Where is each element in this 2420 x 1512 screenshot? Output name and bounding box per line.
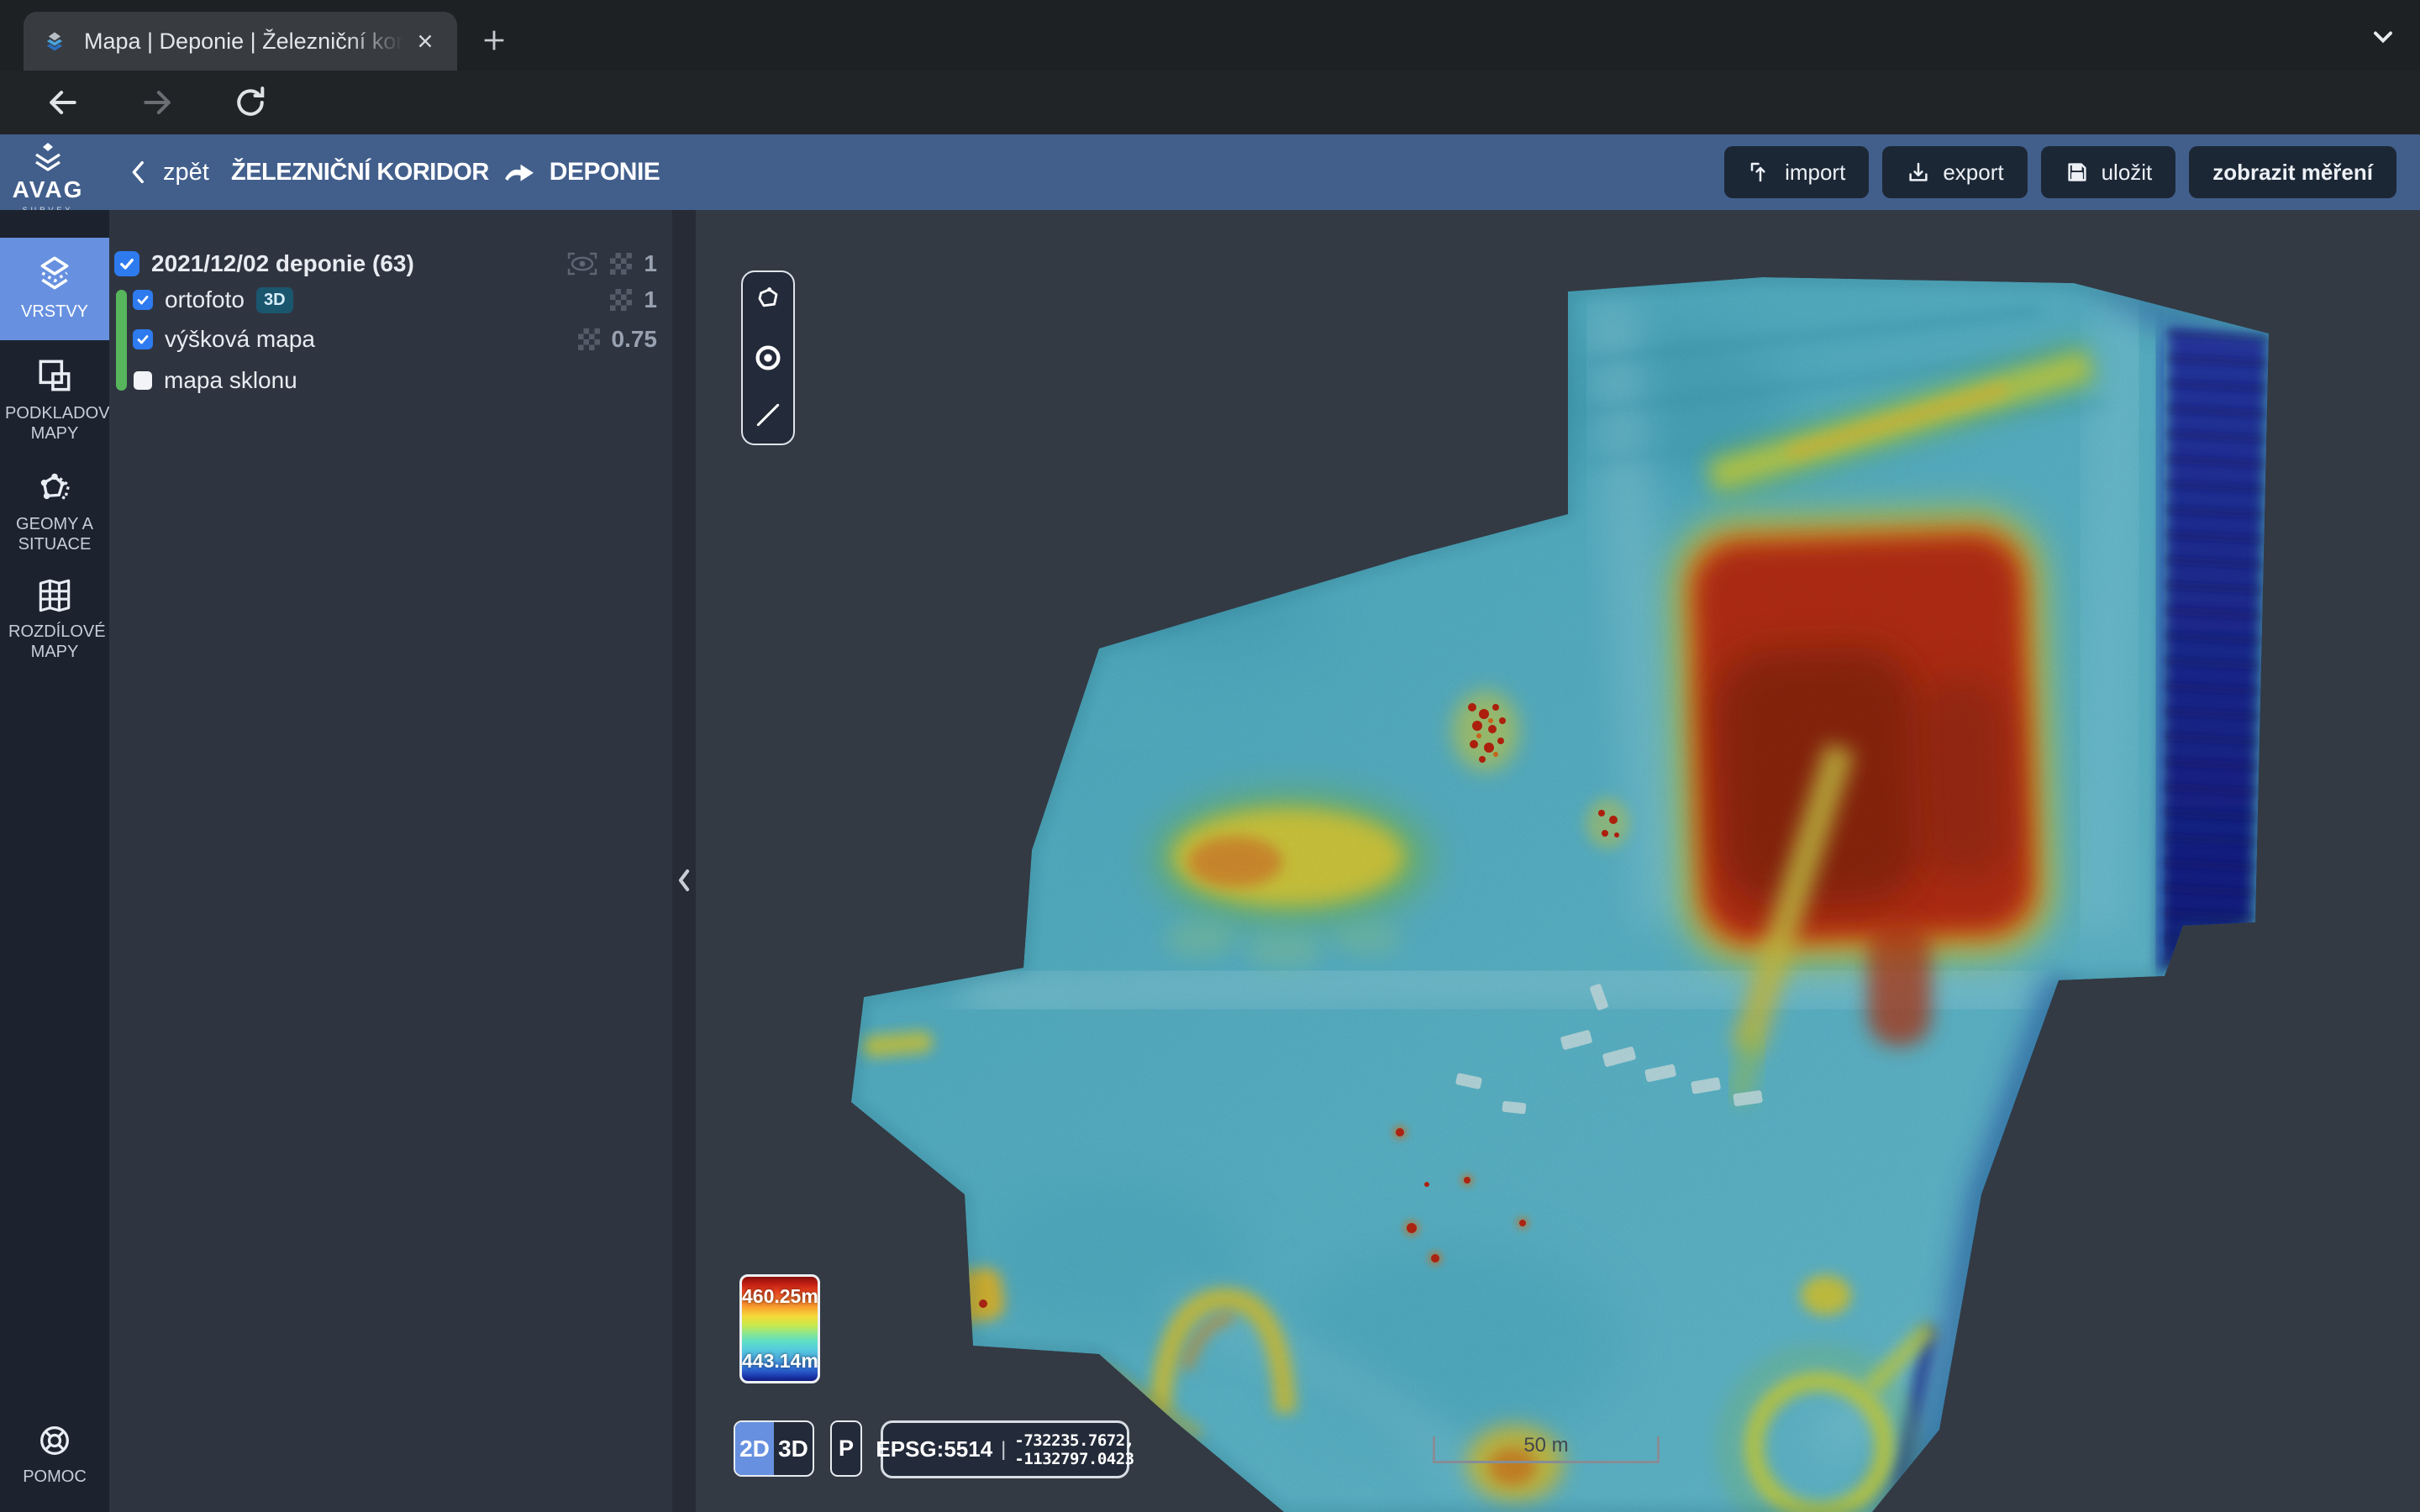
line-tool[interactable]: [750, 396, 786, 433]
tab-search-chevron-icon[interactable]: [2368, 27, 2398, 47]
show-measurements-button[interactable]: zobrazit měření: [2189, 146, 2396, 198]
polygon-tool[interactable]: [750, 282, 786, 319]
sidebar-item-label: POMOC: [0, 1467, 109, 1487]
layers-panel: 2021/12/02 deponie (63) 1 ortofoto 3D: [109, 210, 672, 1512]
diff-maps-icon: [34, 576, 76, 615]
opacity-value[interactable]: 0.75: [612, 326, 658, 353]
import-button[interactable]: import: [1724, 146, 1869, 198]
breadcrumb-parent[interactable]: ŽELEZNIČNÍ KORIDOR: [231, 159, 489, 186]
layer-row-vyskova-mapa: výšková mapa 0.75: [109, 324, 672, 354]
sidebar-item-geomy-a-situace[interactable]: GEOMY A SITUACE: [0, 459, 109, 568]
legend-min-value: 443.14m: [742, 1350, 818, 1373]
back-icon[interactable]: [44, 84, 81, 121]
browser-toolbar: https://app.avag.cz/objects/detail/25/ma…: [0, 71, 2420, 134]
sidebar-nav: VRSTVY PODKLADOVÉ MAPY GEOMY A SITUACE: [0, 210, 109, 1512]
visibility-focus-icon[interactable]: [566, 250, 598, 277]
import-icon: [1748, 160, 1773, 185]
map-scalebar: 50 m: [1433, 1436, 1660, 1463]
sidebar-item-label: PODKLADOVÉ MAPY: [0, 403, 109, 444]
tab-close-icon[interactable]: [410, 26, 440, 56]
layer-row-mapa-sklonu: mapa sklonu: [109, 365, 672, 396]
sidebar-item-rozdilove-mapy[interactable]: ROZDÍLOVÉ MAPY: [0, 566, 109, 675]
layer-group-label[interactable]: 2021/12/02 deponie (63): [151, 250, 414, 277]
epsg-code: EPSG:5514: [876, 1436, 992, 1462]
forward-icon[interactable]: [139, 84, 176, 121]
legend-max-value: 460.25m: [742, 1285, 818, 1308]
export-button[interactable]: export: [1882, 146, 2027, 198]
layer-group-row: 2021/12/02 deponie (63) 1: [109, 249, 672, 279]
save-button[interactable]: uložit: [2041, 146, 2176, 198]
coordinate-status-box[interactable]: EPSG:5514 | -732235.7672, -1132797.0423: [881, 1420, 1129, 1478]
view-mode-toggle: 2D 3D: [734, 1420, 814, 1477]
layer-label[interactable]: mapa sklonu: [164, 367, 297, 394]
view-3d-button[interactable]: 3D: [774, 1422, 813, 1475]
layer-group-checkbox[interactable]: [114, 251, 139, 276]
status-separator: |: [1001, 1438, 1006, 1462]
point-tool[interactable]: [750, 339, 786, 376]
layers-icon: [33, 253, 76, 295]
layer-checkbox[interactable]: [133, 329, 153, 349]
cursor-coordinates: -732235.7672, -1132797.0423: [1014, 1431, 1134, 1468]
layer-label[interactable]: výšková mapa: [165, 326, 315, 353]
layer-label[interactable]: ortofoto: [165, 286, 245, 313]
elevation-heatmap: [696, 210, 2420, 1512]
scalebar-label: 50 m: [1435, 1434, 1657, 1457]
panel-collapse-icon[interactable]: [672, 862, 696, 899]
map-canvas[interactable]: 460.25m 443.14m 2D 3D P EPSG:5514 | -732…: [696, 210, 2420, 1512]
browser-tab[interactable]: Mapa | Deponie | Železniční kor: [24, 12, 457, 71]
panel-collapse-strip: [672, 210, 696, 1512]
tab-title: Mapa | Deponie | Železniční kor: [84, 29, 403, 55]
opacity-value[interactable]: 1: [644, 250, 657, 277]
app-window: Mapa | Deponie | Železniční kor https://…: [0, 0, 2420, 1512]
sidebar-item-label: GEOMY A SITUACE: [0, 514, 109, 554]
layer-row-ortofoto: ortofoto 3D 1: [109, 285, 672, 315]
new-tab-button[interactable]: [476, 22, 513, 59]
app-header: AVAG SURVEY DATA zpět ŽELEZNIČNÍ KORIDOR…: [0, 134, 2420, 210]
avag-favicon: [40, 27, 69, 55]
sidebar-item-label: ROZDÍLOVÉ MAPY: [0, 622, 109, 662]
back-link[interactable]: zpět: [128, 134, 209, 210]
reload-icon[interactable]: [232, 84, 269, 121]
sidebar-item-podkladove-mapy[interactable]: PODKLADOVÉ MAPY: [0, 344, 109, 454]
logo-name: AVAG: [12, 176, 84, 203]
view-2d-button[interactable]: 2D: [735, 1422, 774, 1475]
opacity-icon[interactable]: [578, 328, 600, 350]
sidebar-item-label: VRSTVY: [0, 302, 109, 322]
breadcrumb-current: DEPONIE: [550, 158, 660, 186]
browser-tabstrip: Mapa | Deponie | Železniční kor: [0, 0, 2420, 71]
breadcrumb: ŽELEZNIČNÍ KORIDOR DEPONIE: [231, 134, 660, 210]
layer-checkbox-unchecked[interactable]: [134, 371, 152, 390]
back-label: zpět: [163, 159, 209, 186]
sidebar-item-pomoc[interactable]: POMOC: [0, 1418, 109, 1502]
elevation-legend: 460.25m 443.14m: [739, 1274, 820, 1383]
opacity-value[interactable]: 1: [644, 286, 657, 313]
help-lifebuoy-icon: [35, 1421, 74, 1460]
opacity-icon[interactable]: [610, 253, 632, 275]
layer-3d-badge: 3D: [256, 287, 293, 313]
breadcrumb-arrow-icon: [502, 160, 536, 185]
opacity-icon[interactable]: [610, 289, 632, 311]
sidebar-item-vrstvy[interactable]: VRSTVY: [0, 238, 109, 340]
layer-checkbox[interactable]: [133, 290, 153, 310]
geometry-icon: [34, 469, 76, 507]
save-icon: [2065, 160, 2090, 185]
export-icon: [1906, 160, 1931, 185]
measure-tool-palette: [741, 270, 795, 445]
basemaps-icon: [34, 354, 76, 396]
profile-button[interactable]: P: [830, 1420, 862, 1477]
